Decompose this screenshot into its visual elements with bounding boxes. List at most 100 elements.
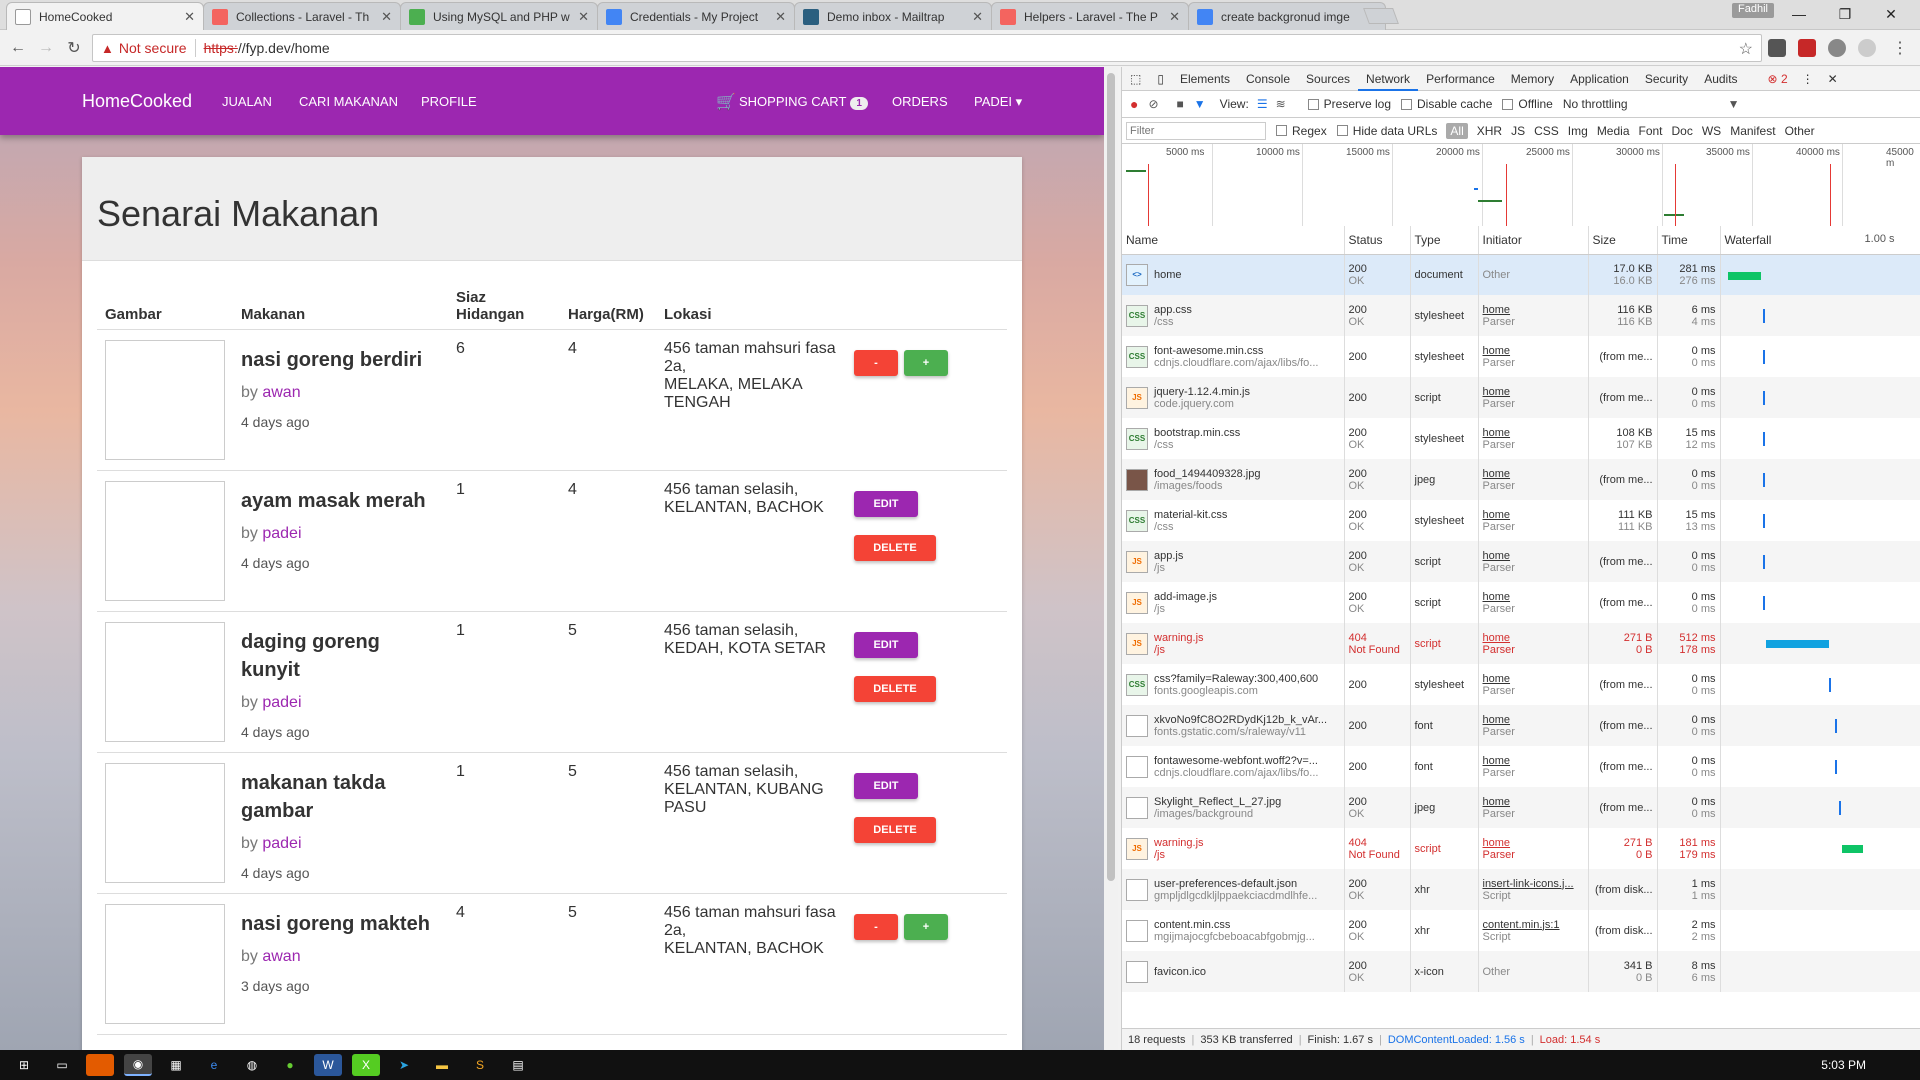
forward-icon[interactable]: → — [34, 36, 58, 60]
brand-link[interactable]: HomeCooked — [82, 91, 192, 112]
network-overview[interactable]: 5000 ms 10000 ms 15000 ms 20000 ms 25000 ms 3… — [1122, 144, 1920, 234]
reload-icon[interactable]: ↻ — [62, 36, 86, 60]
network-request-row[interactable]: favicon.ico 200 OK x-icon Other 341 B0 B8 ms 6… — [1122, 951, 1920, 992]
network-request-row[interactable]: Skylight_Reflect_L_27.jpg/images/backgro… — [1122, 787, 1920, 828]
network-request-row[interactable]: CSS material-kit.css/css 200 OK stylesheet ho… — [1122, 500, 1920, 541]
network-column-header[interactable]: Type — [1410, 226, 1479, 255]
browser-tab[interactable]: Demo inbox - Mailtrap ✕ — [794, 2, 992, 30]
back-icon[interactable]: ← — [6, 36, 30, 60]
request-initiator[interactable]: home — [1483, 468, 1584, 480]
nav-orders[interactable]: ORDERS — [892, 94, 948, 109]
browser-tab[interactable]: HomeCooked ✕ — [6, 2, 204, 30]
network-request-row[interactable]: JS jquery-1.12.4.min.js code.jquery.com 200… — [1122, 377, 1920, 418]
request-initiator[interactable]: home — [1483, 632, 1584, 644]
delete-button[interactable]: DELETE — [854, 817, 936, 843]
network-column-header[interactable]: Status — [1344, 226, 1411, 255]
devtools-tab-elements[interactable]: Elements — [1172, 67, 1238, 91]
devtools-tab-network[interactable]: Network — [1358, 67, 1419, 91]
devtools-tab-console[interactable]: Console — [1238, 67, 1298, 91]
browser-tab[interactable]: create backgronud imge✕ — [1188, 2, 1386, 30]
request-initiator[interactable]: home — [1483, 427, 1584, 439]
request-initiator[interactable]: home — [1483, 345, 1584, 357]
network-request-row[interactable]: user-preferences-default.json gmpljdlgcdk… — [1122, 869, 1920, 910]
profile-name[interactable]: Fadhil — [1732, 3, 1774, 18]
nav-cari-makanan[interactable]: CARI MAKANAN — [299, 94, 398, 109]
network-request-row[interactable]: CSS css?family=Raleway:300,400,600 fonts.g… — [1122, 664, 1920, 705]
firefox-icon[interactable] — [86, 1054, 114, 1076]
nav-user-dropdown[interactable]: PADEI ▾ — [974, 94, 1022, 110]
browser-tab[interactable]: Helpers - Laravel - The P ✕ — [991, 2, 1189, 30]
device-toggle-icon[interactable]: ▯ — [1149, 67, 1172, 91]
browser-tab[interactable]: Collections - Laravel - Th ✕ — [203, 2, 401, 30]
close-window-icon[interactable]: ✕ — [1868, 0, 1914, 28]
type-filter-xhr[interactable]: XHR — [1477, 124, 1502, 138]
request-initiator[interactable]: home — [1483, 304, 1584, 316]
telegram-icon[interactable]: ➤ — [390, 1054, 418, 1076]
word-icon[interactable]: W — [314, 1054, 342, 1076]
scrollbar-thumb[interactable] — [1107, 73, 1115, 881]
edge-icon[interactable]: e — [200, 1054, 228, 1076]
author-link[interactable]: padei — [262, 835, 301, 852]
sublime-icon[interactable]: S — [466, 1054, 494, 1076]
request-initiator[interactable]: home — [1483, 714, 1584, 726]
type-filter-img[interactable]: Img — [1568, 124, 1588, 138]
request-initiator[interactable]: home — [1483, 837, 1584, 849]
request-initiator[interactable]: home — [1483, 386, 1584, 398]
steam-icon[interactable]: ◍ — [238, 1054, 266, 1076]
bookmark-star-icon[interactable]: ☆ — [1739, 39, 1753, 59]
devtools-tab-memory[interactable]: Memory — [1503, 67, 1562, 91]
type-filter-font[interactable]: Font — [1639, 124, 1663, 138]
tab-close-icon[interactable]: ✕ — [578, 9, 589, 25]
large-rows-icon[interactable]: ☰ — [1257, 97, 1268, 111]
devtools-close-icon[interactable]: ✕ — [1828, 72, 1838, 86]
network-request-row[interactable]: CSS font-awesome.min.css cdnjs.cloudflare.… — [1122, 336, 1920, 377]
devtools-tab-performance[interactable]: Performance — [1418, 67, 1503, 91]
request-initiator[interactable]: content.min.js:1 — [1483, 919, 1584, 931]
minimize-icon[interactable]: — — [1776, 0, 1822, 28]
network-request-row[interactable]: fontawesome-webfont.woff2?v=... cdnjs.clo… — [1122, 746, 1920, 787]
clear-icon[interactable]: ⊘ — [1148, 97, 1158, 111]
maximize-icon[interactable]: ❐ — [1822, 0, 1868, 28]
page-scrollbar[interactable] — [1104, 67, 1118, 1050]
extension-gray-icon[interactable] — [1828, 39, 1846, 57]
author-link[interactable]: awan — [262, 948, 300, 965]
type-filter-doc[interactable]: Doc — [1672, 124, 1693, 138]
cart-icon[interactable]: 🛒 — [716, 92, 736, 112]
record-icon[interactable]: ● — [1130, 96, 1138, 112]
delete-button[interactable]: DELETE — [854, 676, 936, 702]
edit-button[interactable]: EDIT — [854, 632, 918, 658]
menu-icon[interactable]: ⋮ — [1888, 36, 1912, 60]
tab-close-icon[interactable]: ✕ — [1169, 9, 1180, 25]
filter-icon[interactable]: ▼ — [1194, 97, 1206, 111]
app-icon[interactable]: ● — [276, 1054, 304, 1076]
network-request-row[interactable]: <> home 200 OK document Other 17.0 KB 16.0 KB 28… — [1122, 254, 1920, 295]
devtools-menu-icon[interactable]: ⋮ — [1802, 72, 1814, 86]
request-initiator[interactable]: home — [1483, 673, 1584, 685]
type-filter-all[interactable]: All — [1446, 122, 1468, 139]
network-request-row[interactable]: content.min.css mgijmajocgfcbeboacabfgobm… — [1122, 910, 1920, 951]
extension-circle-icon[interactable] — [1858, 39, 1876, 57]
network-request-row[interactable]: JS warning.js/js 404 Not Found script home Par… — [1122, 828, 1920, 869]
tab-close-icon[interactable]: ✕ — [381, 9, 392, 25]
new-tab-button[interactable] — [1363, 8, 1399, 24]
task-view-icon[interactable]: ▭ — [48, 1054, 76, 1076]
preserve-log-checkbox[interactable] — [1307, 98, 1319, 110]
disable-cache-checkbox[interactable] — [1401, 98, 1413, 110]
devtools-tab-security[interactable]: Security — [1637, 67, 1696, 91]
type-filter-other[interactable]: Other — [1785, 124, 1815, 138]
offline-checkbox[interactable] — [1502, 98, 1514, 110]
regex-checkbox[interactable] — [1276, 125, 1287, 136]
type-filter-css[interactable]: CSS — [1534, 124, 1559, 138]
chevron-down-icon[interactable]: ▼ — [1728, 97, 1740, 111]
hide-data-urls-checkbox[interactable] — [1336, 125, 1348, 136]
start-icon[interactable]: ⊞ — [10, 1054, 38, 1076]
browser-tab[interactable]: Using MySQL and PHP w ✕ — [400, 2, 598, 30]
request-initiator[interactable]: home — [1483, 755, 1584, 767]
delete-button[interactable]: DELETE — [854, 535, 936, 561]
throttling-select[interactable]: No throttling — [1563, 97, 1628, 111]
screenshot-icon[interactable]: ■ — [1177, 97, 1184, 111]
author-link[interactable]: awan — [262, 384, 300, 401]
decrease-button[interactable]: - — [854, 914, 898, 940]
tab-close-icon[interactable]: ✕ — [775, 9, 786, 25]
network-request-row[interactable]: food_1494409328.jpg/images/foods 200 OK jpe… — [1122, 459, 1920, 500]
